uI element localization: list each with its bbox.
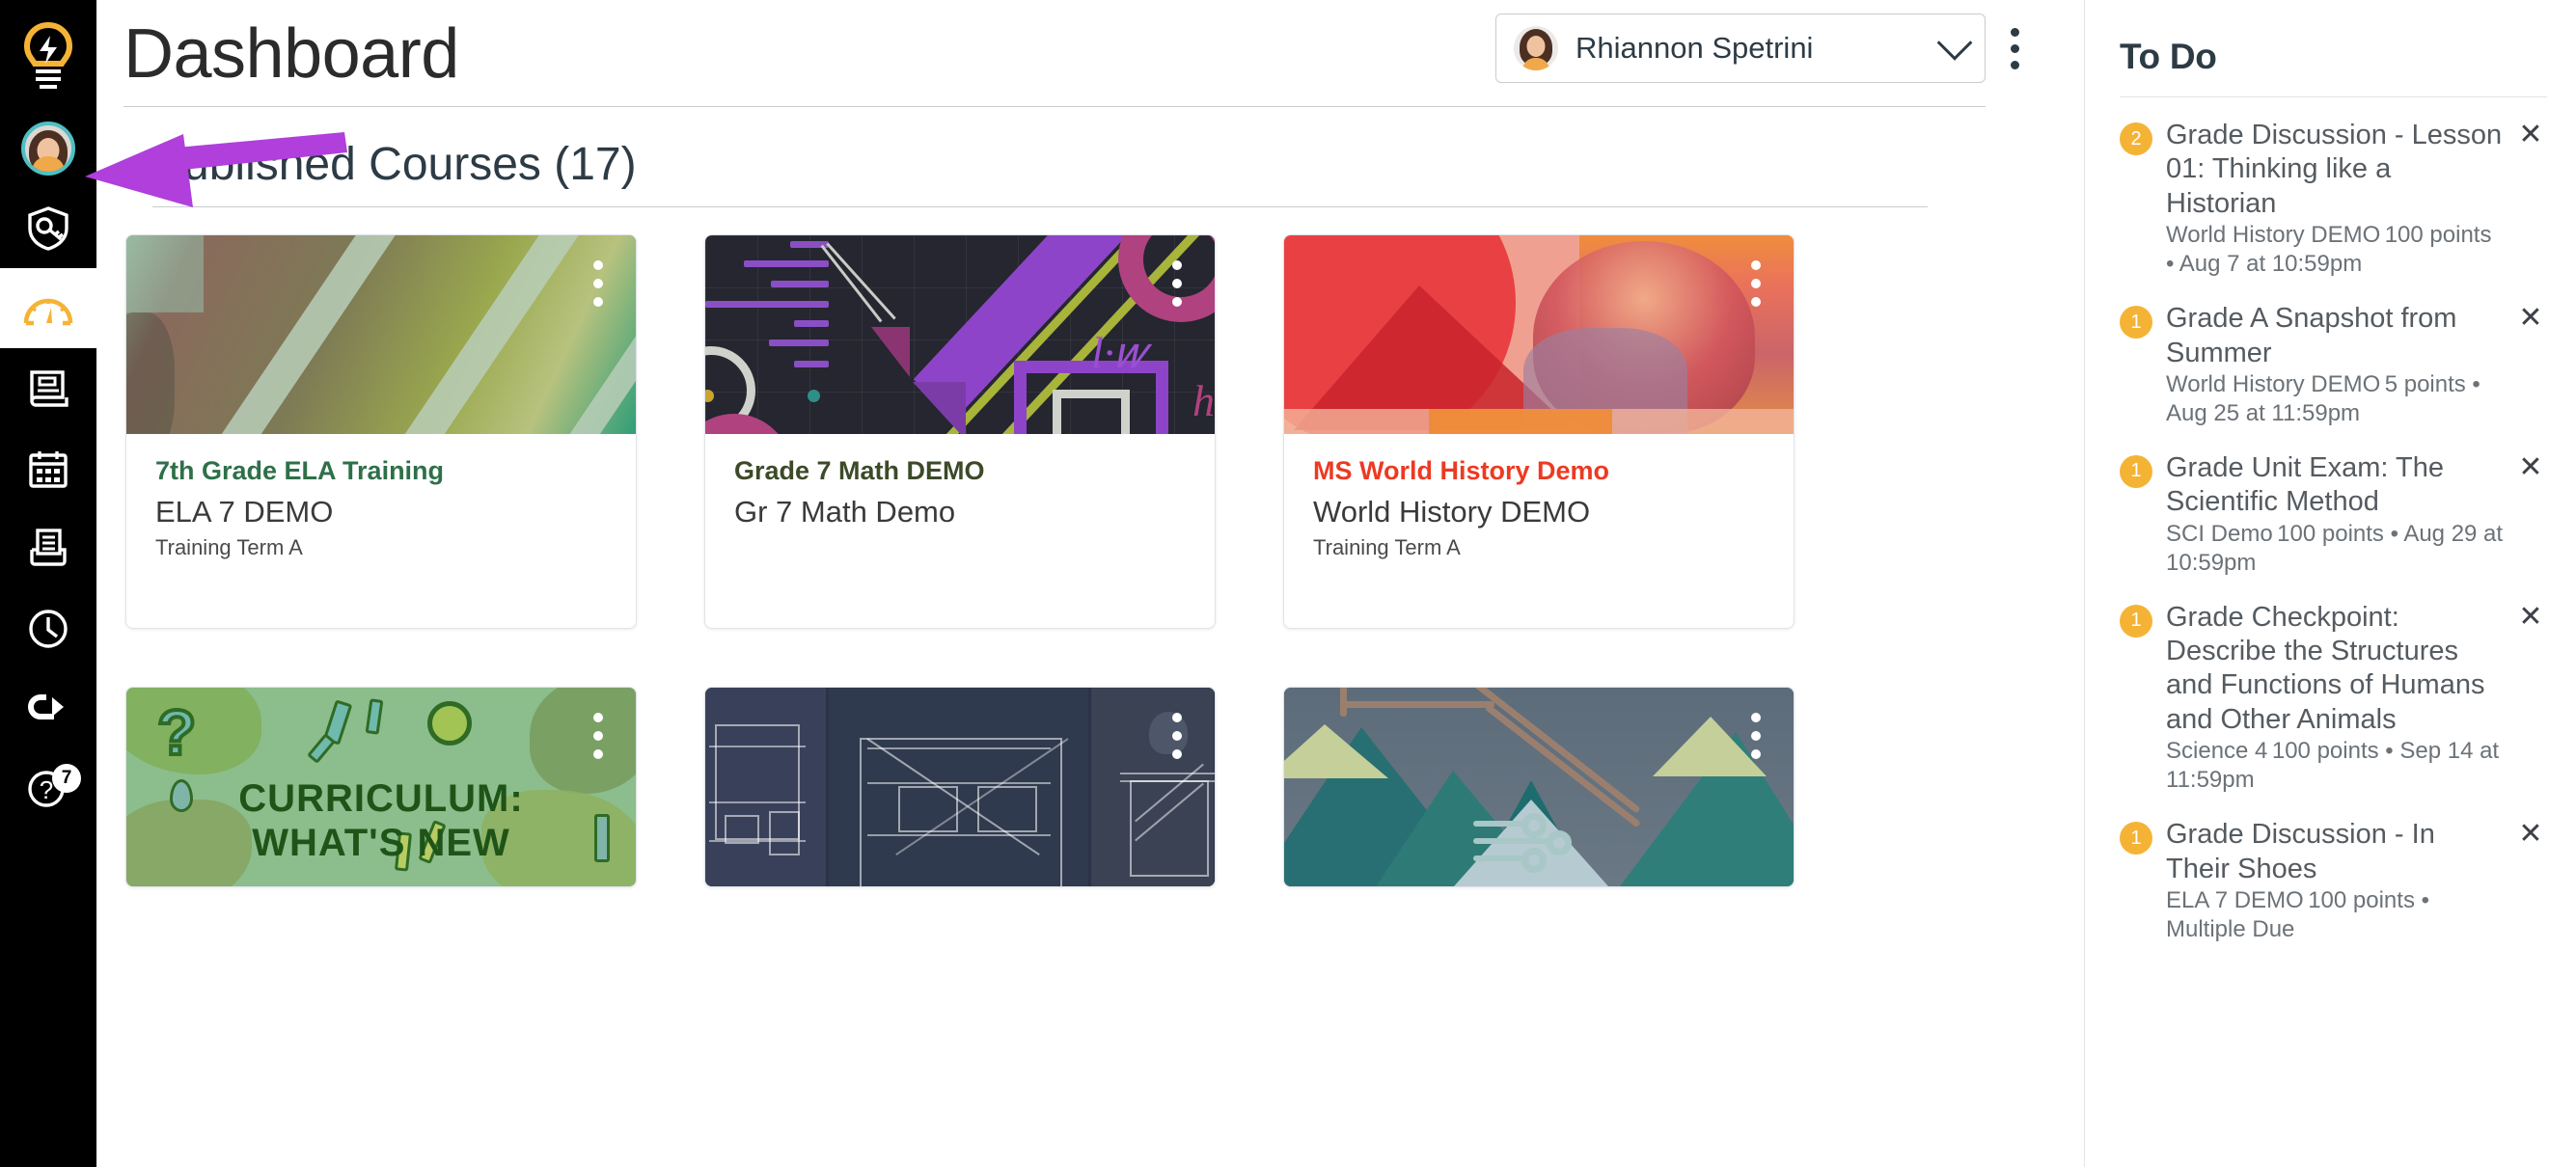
global-nav-help[interactable]: ? 7 bbox=[0, 748, 96, 828]
todo-count-badge: 1 bbox=[2120, 604, 2152, 638]
close-icon[interactable]: ✕ bbox=[2514, 302, 2547, 335]
course-card-link[interactable]: 7th Grade ELA Training bbox=[155, 455, 607, 486]
todo-count-badge: 1 bbox=[2120, 454, 2152, 488]
course-card[interactable] bbox=[704, 687, 1216, 888]
global-nav-courses[interactable] bbox=[0, 348, 96, 428]
shield-key-icon bbox=[28, 205, 69, 251]
course-card-body: MS World History Demo World History DEMO… bbox=[1284, 434, 1794, 628]
course-card-link[interactable]: MS World History Demo bbox=[1313, 455, 1765, 486]
todo-item-link[interactable]: Grade Discussion - In Their Shoes bbox=[2166, 818, 2505, 886]
global-nav-calendar[interactable] bbox=[0, 428, 96, 508]
course-card-image bbox=[1284, 688, 1794, 887]
course-card-image: ? CURRICULUM: WHAT'S NEW bbox=[126, 688, 636, 887]
global-nav-dashboard[interactable] bbox=[0, 268, 96, 348]
todo-item[interactable]: 1 Grade A Snapshot from Summer World His… bbox=[2120, 288, 2547, 438]
todo-item-link[interactable]: Grade Checkpoint: Describe the Structure… bbox=[2166, 601, 2505, 738]
close-icon[interactable]: ✕ bbox=[2514, 451, 2547, 484]
course-card[interactable] bbox=[1283, 687, 1795, 888]
course-card-kebab[interactable] bbox=[1751, 713, 1761, 760]
header-divider bbox=[123, 106, 1986, 107]
global-nav-history[interactable] bbox=[0, 588, 96, 668]
course-card[interactable]: MS World History Demo World History DEMO… bbox=[1283, 234, 1795, 630]
gauge-icon bbox=[23, 298, 73, 325]
course-card-kebab[interactable] bbox=[1751, 260, 1761, 307]
todo-item[interactable]: 1 Grade Discussion - In Their Shoes ELA … bbox=[2120, 804, 2547, 954]
course-card-nickname: Gr 7 Math Demo bbox=[734, 495, 956, 529]
inbox-icon bbox=[30, 528, 67, 566]
course-card-grid: 7th Grade ELA Training ELA 7 DEMO Traini… bbox=[125, 234, 1872, 945]
course-card-kebab[interactable] bbox=[593, 713, 603, 760]
book-icon bbox=[30, 369, 69, 407]
todo-item[interactable]: 1 Grade Checkpoint: Describe the Structu… bbox=[2120, 587, 2547, 805]
dashboard-page: ? 7 Dashboard Published Courses (17) Rhi… bbox=[0, 0, 2576, 1167]
todo-title: To Do bbox=[2120, 37, 2217, 76]
todo-item[interactable]: 1 Grade Unit Exam: The Scientific Method… bbox=[2120, 438, 2547, 587]
course-card-image bbox=[705, 688, 1215, 887]
course-card[interactable]: 7th Grade ELA Training ELA 7 DEMO Traini… bbox=[125, 234, 637, 630]
calendar-icon bbox=[29, 450, 68, 488]
header-actions: Rhiannon Spetrini bbox=[1495, 14, 2031, 83]
todo-item-link[interactable]: Grade Discussion - Lesson 01: Thinking l… bbox=[2166, 119, 2505, 221]
todo-item[interactable]: 2 Grade Discussion - Lesson 01: Thinking… bbox=[2120, 105, 2547, 288]
clock-icon bbox=[29, 609, 68, 648]
course-card-nickname: World History DEMO bbox=[1313, 495, 1591, 529]
course-card-term: Training Term A bbox=[1313, 535, 1461, 560]
todo-item-course: ELA 7 DEMO bbox=[2166, 886, 2304, 913]
close-icon[interactable]: ✕ bbox=[2514, 818, 2547, 851]
observee-avatar bbox=[1514, 26, 1558, 70]
course-card-link[interactable]: Grade 7 Math DEMO bbox=[734, 455, 1186, 486]
course-card[interactable]: ? CURRICULUM: WHAT'S NEW bbox=[125, 687, 637, 888]
commons-arrow-icon bbox=[28, 693, 64, 719]
section-title: Published Courses (17) bbox=[152, 139, 637, 190]
observee-name: Rhiannon Spetrini bbox=[1576, 31, 1814, 65]
course-card-nickname: ELA 7 DEMO bbox=[155, 495, 334, 529]
course-card-body: 7th Grade ELA Training ELA 7 DEMO Traini… bbox=[126, 434, 636, 628]
course-card-kebab[interactable] bbox=[593, 260, 603, 307]
todo-item-link[interactable]: Grade Unit Exam: The Scientific Method bbox=[2166, 451, 2505, 520]
course-card-kebab[interactable] bbox=[1172, 260, 1182, 307]
global-nav-inbox[interactable] bbox=[0, 508, 96, 588]
todo-item-link[interactable]: Grade A Snapshot from Summer bbox=[2166, 302, 2505, 370]
todo-sidebar: To Do 2 Grade Discussion - Lesson 01: Th… bbox=[2084, 0, 2576, 1167]
todo-count-badge: 1 bbox=[2120, 306, 2152, 339]
section-divider bbox=[152, 206, 1928, 207]
course-card-image bbox=[126, 235, 636, 434]
main-content: Dashboard Published Courses (17) Rhianno… bbox=[96, 0, 2084, 1167]
todo-item-course: SCI Demo bbox=[2166, 520, 2273, 547]
global-nav-admin[interactable] bbox=[0, 188, 96, 268]
close-icon[interactable]: ✕ bbox=[2514, 119, 2547, 151]
global-nav-commons[interactable] bbox=[0, 668, 96, 748]
global-nav-account-avatar[interactable] bbox=[0, 108, 96, 188]
course-card-image: l·𝑤 h bbox=[705, 235, 1215, 434]
course-card-term: Training Term A bbox=[155, 535, 303, 560]
observee-select[interactable]: Rhiannon Spetrini bbox=[1495, 14, 1986, 83]
avatar bbox=[21, 121, 75, 176]
curriculum-banner-text: CURRICULUM: WHAT'S NEW bbox=[238, 777, 524, 865]
todo-item-course: World History DEMO bbox=[2166, 222, 2381, 249]
todo-count-badge: 2 bbox=[2120, 122, 2152, 155]
todo-count-badge: 1 bbox=[2120, 822, 2152, 855]
todo-divider bbox=[2120, 96, 2547, 97]
todo-item-course: World History DEMO bbox=[2166, 370, 2381, 397]
course-card-kebab[interactable] bbox=[1172, 713, 1182, 760]
chevron-down-icon bbox=[1936, 24, 1973, 61]
course-card-image bbox=[1284, 235, 1794, 434]
global-navigation: ? 7 bbox=[0, 0, 96, 1167]
course-card-body: Grade 7 Math DEMO Gr 7 Math Demo bbox=[705, 434, 1215, 603]
close-icon[interactable]: ✕ bbox=[2514, 601, 2547, 634]
course-card[interactable]: l·𝑤 h Grade 7 Math DEMO Gr 7 Math Demo bbox=[704, 234, 1216, 630]
canvas-logo[interactable] bbox=[0, 0, 96, 108]
help-badge: 7 bbox=[52, 764, 81, 793]
todo-item-course: Science 4 bbox=[2166, 738, 2268, 765]
dashboard-options-kebab[interactable] bbox=[1999, 18, 2031, 79]
